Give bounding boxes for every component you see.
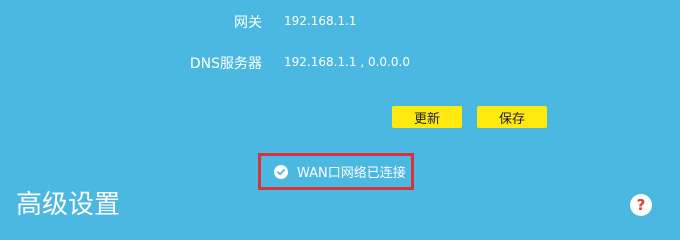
help-icon[interactable]: ? xyxy=(630,194,652,216)
gateway-label: 网关 xyxy=(234,15,262,31)
wan-status-indicator: WAN口网络已连接 xyxy=(258,153,414,190)
refresh-button[interactable]: 更新 xyxy=(392,106,462,128)
dns-label: DNS服务器 xyxy=(189,56,262,72)
wan-status-text: WAN口网络已连接 xyxy=(297,166,406,181)
dns-value: 192.168.1.1 , 0.0.0.0 xyxy=(284,55,410,69)
advanced-settings-title[interactable]: 高级设置 xyxy=(16,184,120,221)
check-circle-icon xyxy=(274,164,288,179)
help-glyph: ? xyxy=(636,196,646,214)
gateway-value: 192.168.1.1 xyxy=(284,14,357,28)
save-button[interactable]: 保存 xyxy=(477,106,547,128)
